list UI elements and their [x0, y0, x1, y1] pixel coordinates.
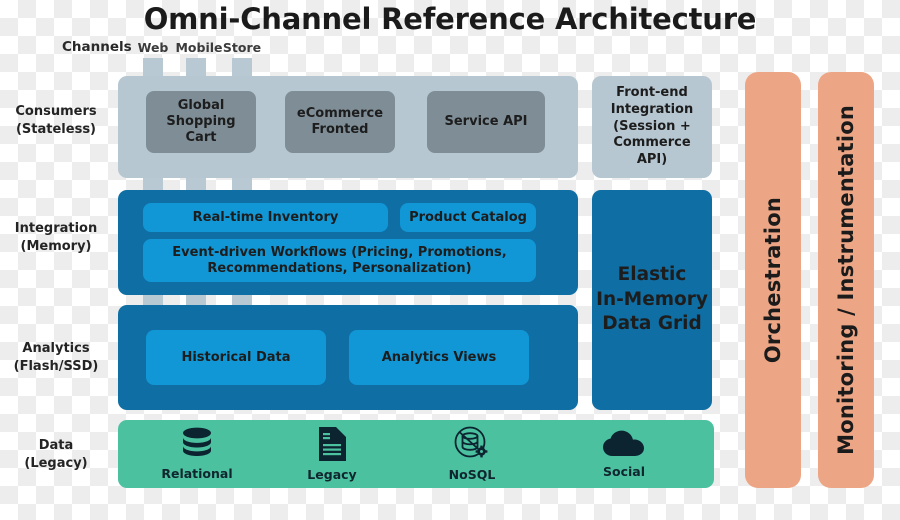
row-label-consumers-line2: (Stateless) — [15, 121, 96, 137]
data-item-nosql[interactable]: NoSQL — [425, 425, 519, 483]
analytics-box-analytics-views[interactable]: Analytics Views — [349, 330, 529, 385]
row-label-integration: Integration (Memory) — [0, 220, 112, 255]
channel-label-web: Web — [137, 40, 169, 55]
consumer-box-global-shopping-cart[interactable]: Global Shopping Cart — [146, 91, 256, 153]
data-item-nosql-label: NoSQL — [448, 467, 496, 482]
row-label-integration-line2: (Memory) — [20, 238, 92, 254]
row-label-data-line2: (Legacy) — [24, 455, 88, 471]
row-label-integration-line1: Integration — [14, 221, 98, 236]
consumer-box-service-api[interactable]: Service API — [427, 91, 545, 153]
data-item-legacy[interactable]: Legacy — [285, 425, 379, 483]
page-title: Omni-Channel Reference Architecture — [143, 2, 757, 36]
pillar-orchestration-label: Orchestration — [761, 196, 785, 364]
channel-label-mobile: Mobile — [175, 40, 223, 55]
cloud-icon — [602, 429, 646, 459]
data-item-social-label: Social — [602, 464, 645, 479]
row-label-consumers: Consumers (Stateless) — [0, 103, 112, 138]
channels-label: Channels — [62, 39, 132, 55]
data-item-relational[interactable]: Relational — [150, 425, 244, 483]
integration-box-product-catalog[interactable]: Product Catalog — [400, 203, 536, 232]
nosql-database-gear-icon — [453, 426, 491, 462]
pillar-monitoring-instrumentation-label: Monitoring / Instrumentation — [834, 105, 858, 455]
elastic-in-memory-data-grid-box[interactable]: Elastic In-Memory Data Grid — [592, 190, 712, 410]
row-label-analytics-line2: (Flash/SSD) — [13, 358, 99, 374]
document-icon — [316, 426, 348, 462]
row-label-data: Data (Legacy) — [0, 437, 112, 472]
frontend-integration-box[interactable]: Front-end Integration (Session + Commerce A… — [592, 76, 712, 178]
integration-box-real-time-inventory[interactable]: Real-time Inventory — [143, 203, 388, 232]
channel-label-store: Store — [222, 40, 262, 55]
analytics-box-historical-data[interactable]: Historical Data — [146, 330, 326, 385]
diagram-canvas: Omni-Channel Reference Architecture Chan… — [0, 0, 900, 520]
database-icon — [179, 427, 215, 461]
row-label-analytics: Analytics (Flash/SSD) — [0, 340, 112, 375]
data-item-relational-label: Relational — [161, 466, 233, 481]
consumer-box-ecommerce-fronted[interactable]: eCommerce Fronted — [285, 91, 395, 153]
row-label-consumers-line1: Consumers — [15, 104, 97, 119]
data-item-legacy-label: Legacy — [307, 467, 357, 482]
pillar-monitoring-instrumentation[interactable]: Monitoring / Instrumentation — [818, 72, 874, 488]
row-label-data-line1: Data — [38, 438, 74, 453]
pillar-orchestration[interactable]: Orchestration — [745, 72, 801, 488]
row-label-analytics-line1: Analytics — [22, 341, 90, 356]
data-item-social[interactable]: Social — [577, 425, 671, 483]
integration-box-event-driven-workflows[interactable]: Event-driven Workflows (Pricing, Promoti… — [143, 239, 536, 282]
